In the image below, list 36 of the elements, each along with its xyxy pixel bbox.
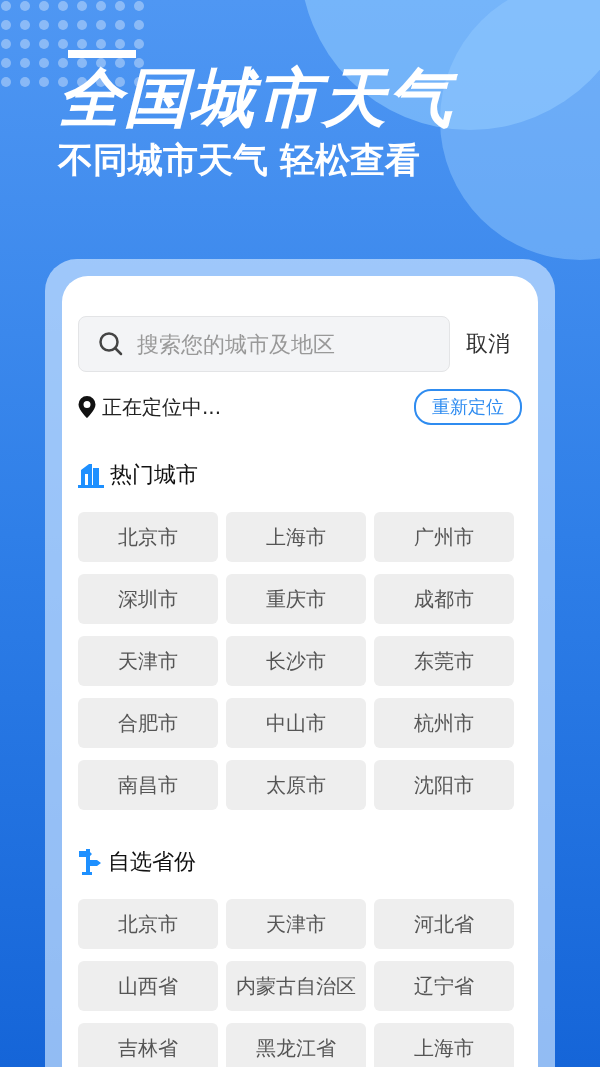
title-bar-decoration <box>68 50 136 58</box>
city-chip[interactable]: 北京市 <box>78 899 218 949</box>
city-chip[interactable]: 太原市 <box>226 760 366 810</box>
city-chip[interactable]: 山西省 <box>78 961 218 1011</box>
city-chip[interactable]: 上海市 <box>226 512 366 562</box>
city-chip[interactable]: 南昌市 <box>78 760 218 810</box>
city-chip[interactable]: 长沙市 <box>226 636 366 686</box>
building-icon <box>78 462 104 488</box>
search-field[interactable]: 搜索您的城市及地区 <box>78 316 450 372</box>
city-chip[interactable]: 河北省 <box>374 899 514 949</box>
city-chip[interactable]: 合肥市 <box>78 698 218 748</box>
location-status: 正在定位中... <box>102 393 223 421</box>
city-chip[interactable]: 上海市 <box>374 1023 514 1067</box>
section-title: 热门城市 <box>110 461 198 489</box>
city-chip[interactable]: 深圳市 <box>78 574 218 624</box>
city-chip[interactable]: 吉林省 <box>78 1023 218 1067</box>
city-chip[interactable]: 沈阳市 <box>374 760 514 810</box>
city-chip[interactable]: 天津市 <box>78 636 218 686</box>
banner-subtitle: 不同城市天气 轻松查看 <box>58 139 421 182</box>
city-chip[interactable]: 重庆市 <box>226 574 366 624</box>
city-chip[interactable]: 杭州市 <box>374 698 514 748</box>
city-chip[interactable]: 天津市 <box>226 899 366 949</box>
search-icon <box>98 331 124 357</box>
city-chip[interactable]: 黑龙江省 <box>226 1023 366 1067</box>
section-title: 自选省份 <box>108 848 196 876</box>
city-chip[interactable]: 广州市 <box>374 512 514 562</box>
cancel-button[interactable]: 取消 <box>462 329 514 359</box>
city-chip[interactable]: 内蒙古自治区 <box>226 961 366 1011</box>
city-chip[interactable]: 成都市 <box>374 574 514 624</box>
city-chip[interactable]: 辽宁省 <box>374 961 514 1011</box>
signpost-icon <box>78 849 102 875</box>
relocate-button[interactable]: 重新定位 <box>414 389 522 425</box>
city-chip[interactable]: 中山市 <box>226 698 366 748</box>
city-chip[interactable]: 北京市 <box>78 512 218 562</box>
location-pin-icon <box>78 396 96 418</box>
city-chip[interactable]: 东莞市 <box>374 636 514 686</box>
